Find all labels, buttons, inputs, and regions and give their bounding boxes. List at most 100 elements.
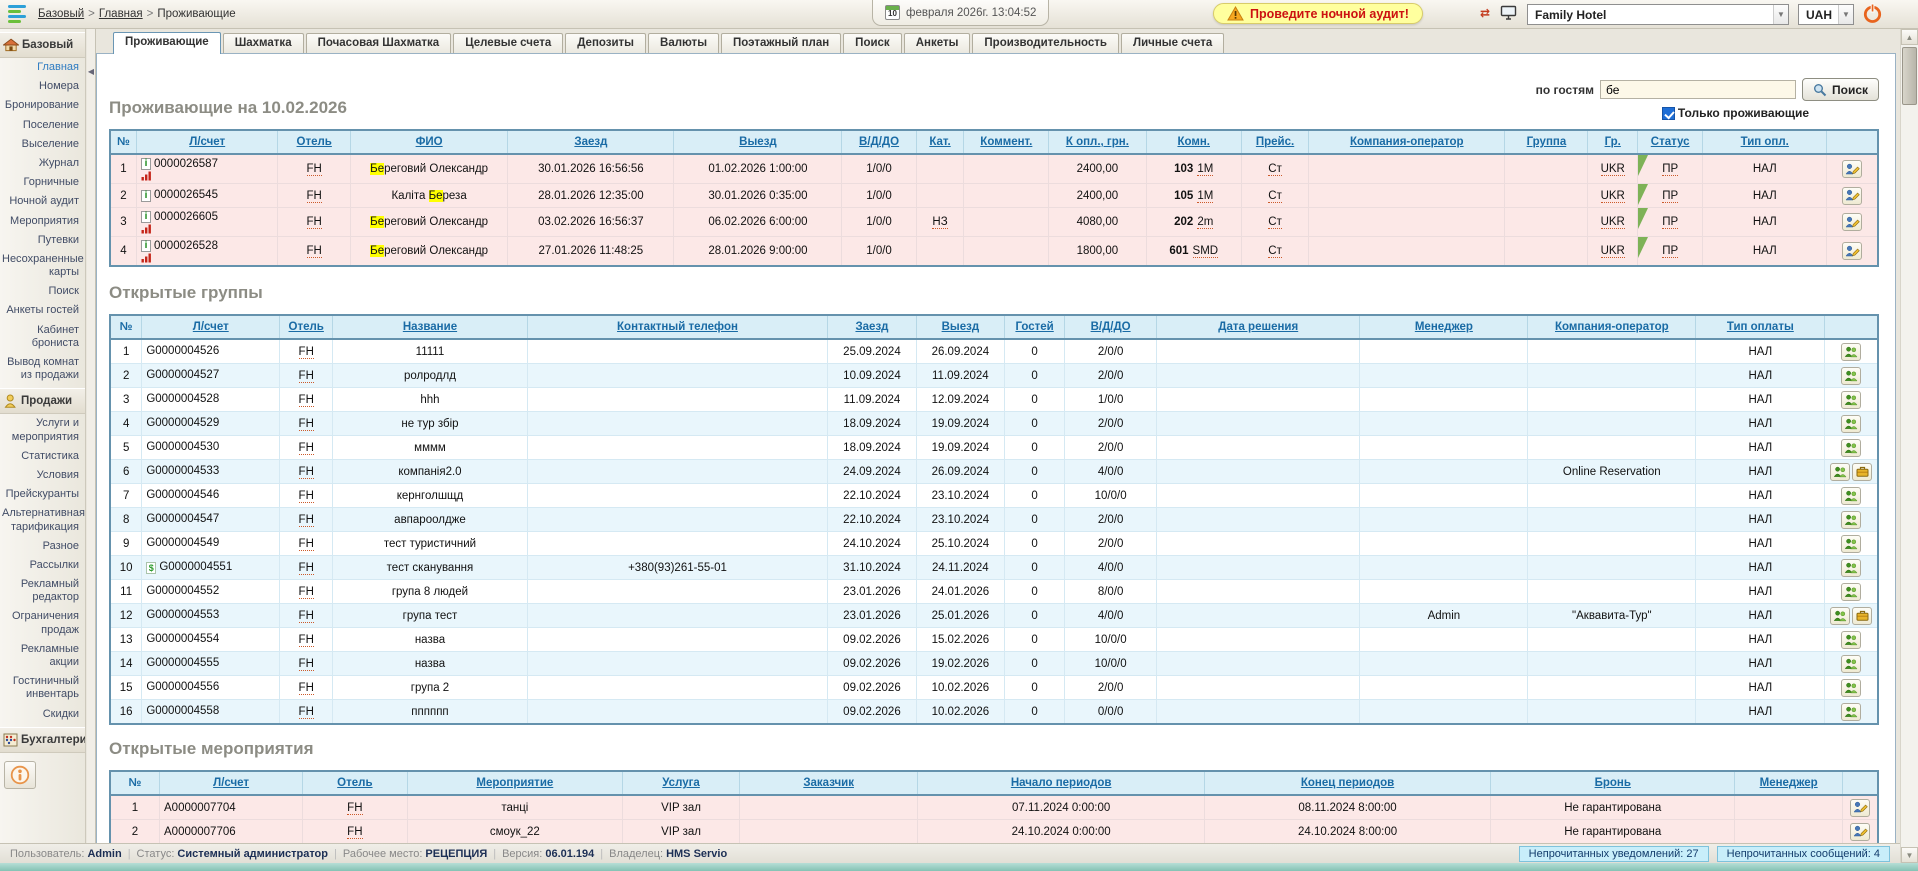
- hotel-select[interactable]: Family Hotel ▼: [1527, 4, 1789, 25]
- scroll-up-icon[interactable]: ▲: [1901, 29, 1918, 45]
- sidebar-section-sales[interactable]: Продажи: [0, 388, 85, 414]
- hotel-link[interactable]: FH: [299, 466, 314, 479]
- sidebar-item-альтернативная-тарификация[interactable]: Альтернативная тарификация: [0, 504, 85, 536]
- hotel-link[interactable]: FH: [347, 802, 362, 815]
- open-group-button[interactable]: [1841, 511, 1861, 529]
- open-group-button[interactable]: [1841, 583, 1861, 601]
- hotel-link[interactable]: FH: [299, 706, 314, 719]
- col-header-Статус[interactable]: Статус: [1637, 130, 1702, 154]
- open-group-button[interactable]: [1841, 655, 1861, 673]
- open-group-button[interactable]: [1841, 367, 1861, 385]
- sidebar-item-услуги-и-мероприятия[interactable]: Услуги и мероприятия: [0, 414, 85, 446]
- sidebar-item-гостиничный-инвентарь[interactable]: Гостиничный инвентарь: [0, 672, 85, 704]
- tab-валюты[interactable]: Валюты: [648, 33, 719, 53]
- edit-resident-button[interactable]: [1842, 213, 1862, 231]
- room-type-link[interactable]: SMD: [1193, 245, 1219, 258]
- sidebar-item-условия[interactable]: Условия: [0, 466, 85, 485]
- sidebar-item-статистика[interactable]: Статистика: [0, 447, 85, 466]
- col-header-Л/счет[interactable]: Л/счет: [142, 315, 280, 339]
- company-button[interactable]: [1852, 463, 1872, 481]
- tab-личные-счета[interactable]: Личные счета: [1121, 33, 1224, 53]
- hotel-link[interactable]: FH: [307, 245, 322, 258]
- workstation-monitor-icon[interactable]: [1500, 5, 1517, 24]
- info-icon[interactable]: i: [141, 211, 151, 223]
- col-header-Название[interactable]: Название: [333, 315, 527, 339]
- hotel-link[interactable]: FH: [299, 370, 314, 383]
- dollar-icon[interactable]: $: [146, 562, 156, 574]
- sidebar-item-разное[interactable]: Разное: [0, 537, 85, 556]
- guest-search-input[interactable]: [1600, 80, 1796, 99]
- hotel-link[interactable]: FH: [299, 610, 314, 623]
- col-header-Группа[interactable]: Группа: [1505, 130, 1588, 154]
- room-type-link[interactable]: 1M: [1197, 190, 1213, 203]
- col-header-Тип оплаты[interactable]: Тип оплаты: [1696, 315, 1825, 339]
- hotel-link[interactable]: FH: [299, 514, 314, 527]
- breadcrumb-link-base[interactable]: Базовый: [38, 8, 84, 20]
- category-link[interactable]: НЗ: [932, 216, 947, 229]
- col-header-Конец периодов[interactable]: Конец периодов: [1204, 771, 1490, 795]
- col-header-Отель[interactable]: Отель: [280, 315, 333, 339]
- col-header-Услуга[interactable]: Услуга: [623, 771, 740, 795]
- sidebar-item-ночной-аудит[interactable]: Ночной аудит: [0, 192, 85, 211]
- edit-event-button[interactable]: [1850, 799, 1870, 817]
- sidebar-item-выселение[interactable]: Выселение: [0, 135, 85, 154]
- only-residents-checkbox[interactable]: [1662, 107, 1675, 120]
- hotel-link[interactable]: FH: [299, 346, 314, 359]
- open-group-button[interactable]: [1841, 391, 1861, 409]
- pricelist-link[interactable]: Ст: [1268, 190, 1282, 203]
- col-header-Контактный телефон[interactable]: Контактный телефон: [527, 315, 828, 339]
- col-header-Л/счет[interactable]: Л/счет: [137, 130, 278, 154]
- open-group-button[interactable]: [1841, 487, 1861, 505]
- unread-messages-badge[interactable]: Непрочитанных сообщений: 4: [1717, 846, 1890, 862]
- col-header-В/Д/ДО[interactable]: В/Д/ДО: [842, 130, 916, 154]
- open-group-button[interactable]: [1841, 703, 1861, 721]
- pricelist-link[interactable]: Ст: [1268, 216, 1282, 229]
- sidebar-item-поиск[interactable]: Поиск: [0, 282, 85, 301]
- hotel-link[interactable]: FH: [299, 538, 314, 551]
- col-header-В/Д/ДО[interactable]: В/Д/ДО: [1065, 315, 1157, 339]
- tab-целевые-счета[interactable]: Целевые счета: [453, 33, 563, 53]
- col-header-Гостей[interactable]: Гостей: [1005, 315, 1065, 339]
- col-header-Кат.[interactable]: Кат.: [916, 130, 964, 154]
- sync-arrows-icon[interactable]: ⇄: [1480, 6, 1490, 20]
- col-header-Компания-оператор[interactable]: Компания-оператор: [1309, 130, 1505, 154]
- col-header-Выезд[interactable]: Выезд: [674, 130, 842, 154]
- col-header-Выезд[interactable]: Выезд: [916, 315, 1004, 339]
- open-group-button[interactable]: [1841, 631, 1861, 649]
- col-header-Гр.[interactable]: Гр.: [1588, 130, 1638, 154]
- hotel-link[interactable]: FH: [299, 634, 314, 647]
- status-link[interactable]: ПР: [1662, 245, 1678, 258]
- citizenship-link[interactable]: UKR: [1601, 190, 1625, 203]
- sidebar-item-кабинет-брониста[interactable]: Кабинет брониста: [0, 321, 85, 353]
- col-header-Комн.[interactable]: Комн.: [1146, 130, 1241, 154]
- col-header-№[interactable]: №: [110, 130, 137, 154]
- scrollbar-thumb[interactable]: [1902, 47, 1917, 105]
- sidebar-item-ограничения-продаж[interactable]: Ограничения продаж: [0, 607, 85, 639]
- hotel-link[interactable]: FH: [299, 442, 314, 455]
- col-header-Заезд[interactable]: Заезд: [828, 315, 916, 339]
- hotel-link[interactable]: FH: [299, 418, 314, 431]
- open-group-button[interactable]: [1841, 343, 1861, 361]
- hotel-link[interactable]: FH: [307, 163, 322, 176]
- edit-event-button[interactable]: [1850, 823, 1870, 841]
- sidebar-item-номера[interactable]: Номера: [0, 77, 85, 96]
- col-header-Заезд[interactable]: Заезд: [508, 130, 674, 154]
- info-icon[interactable]: i: [141, 158, 151, 170]
- sidebar-item-поселение[interactable]: Поселение: [0, 116, 85, 135]
- col-header-Тип опл.[interactable]: Тип опл.: [1703, 130, 1827, 154]
- hotel-link[interactable]: FH: [299, 682, 314, 695]
- sidebar-item-прейскуранты[interactable]: Прейскуранты: [0, 485, 85, 504]
- col-header-Бронь[interactable]: Бронь: [1491, 771, 1735, 795]
- col-header-Л/счет[interactable]: Л/счет: [160, 771, 303, 795]
- col-header-К опл., грн.[interactable]: К опл., грн.: [1049, 130, 1146, 154]
- date-widget[interactable]: 10 февраля 2026г. 13:04:52: [872, 0, 1049, 26]
- sidebar-item-журнал[interactable]: Журнал: [0, 154, 85, 173]
- sidebar-item-рассылки[interactable]: Рассылки: [0, 556, 85, 575]
- sidebar-splitter[interactable]: ◀: [87, 29, 96, 844]
- sidebar-collapse-icon[interactable]: ◀: [87, 67, 95, 76]
- citizenship-link[interactable]: UKR: [1601, 216, 1625, 229]
- search-button[interactable]: Поиск: [1802, 78, 1879, 101]
- scroll-down-icon[interactable]: ▼: [1901, 847, 1918, 863]
- status-link[interactable]: ПР: [1662, 190, 1678, 203]
- tab-анкеты[interactable]: Анкеты: [904, 33, 971, 53]
